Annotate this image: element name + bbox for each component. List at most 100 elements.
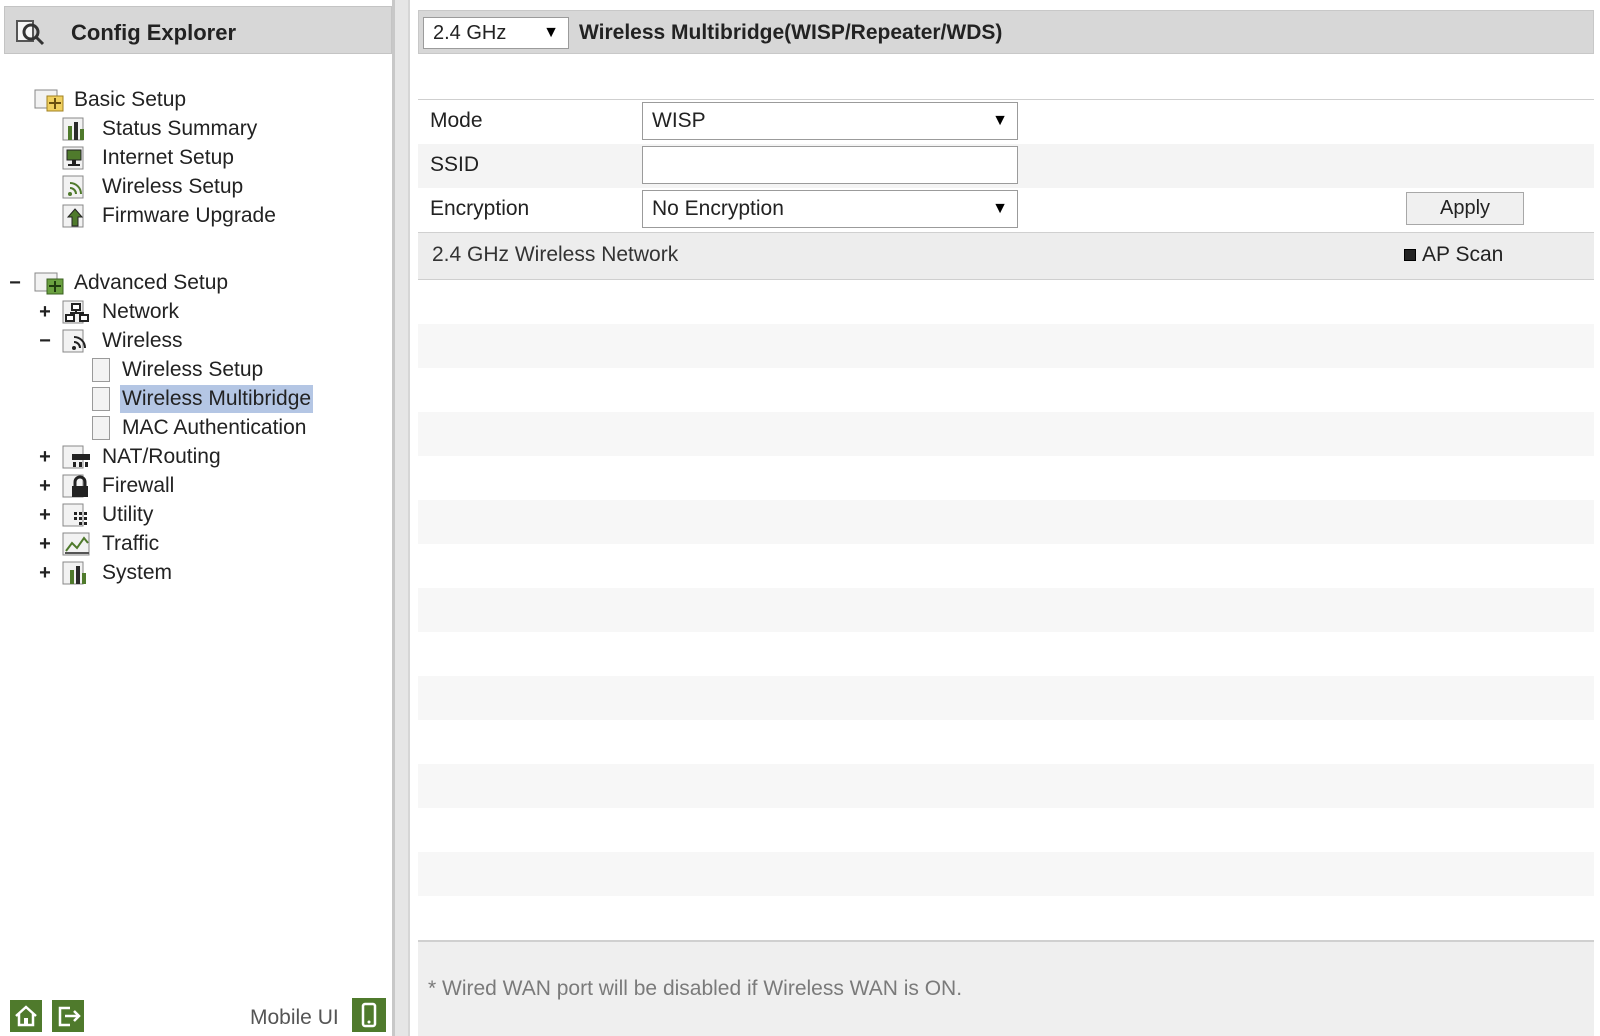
tree-item-network[interactable]: Network [62, 298, 181, 326]
encryption-label: Encryption [430, 197, 530, 220]
bar-chart-icon [62, 561, 86, 585]
explorer-search-icon [16, 20, 45, 46]
encryption-row: Encryption No Encryption ▼ Apply [418, 188, 1594, 232]
wireless-network-header: 2.4 GHz Wireless Network AP Scan [418, 232, 1594, 280]
folder-setup-icon [34, 89, 64, 112]
ssid-input[interactable] [642, 146, 1018, 184]
expand-nat-routing[interactable]: + [38, 443, 52, 471]
home-button[interactable] [10, 1000, 42, 1032]
band-select-value: 2.4 GHz [433, 22, 507, 44]
tree-item-utility[interactable]: Utility [62, 501, 155, 529]
ap-scan-label: AP Scan [1422, 243, 1504, 266]
collapse-advanced-setup[interactable]: − [8, 269, 22, 297]
tree-item-system[interactable]: System [62, 559, 174, 587]
list-row [418, 280, 1594, 324]
tree-label: Wireless Setup [122, 358, 264, 381]
tree-label: Internet Setup [102, 146, 234, 169]
tree-label: MAC Authentication [122, 416, 307, 439]
apply-button[interactable]: Apply [1406, 192, 1524, 225]
dropdown-arrow-icon: ▼ [992, 200, 1008, 217]
expand-network[interactable]: + [38, 298, 52, 326]
tree-item-traffic[interactable]: Traffic [62, 530, 161, 558]
expand-firewall[interactable]: + [38, 472, 52, 500]
tree-item-mac-authentication[interactable]: MAC Authentication [92, 414, 308, 442]
tree-item-advanced-setup[interactable]: Advanced Setup [34, 269, 230, 297]
wifi-icon [62, 329, 86, 353]
logout-icon [58, 1006, 81, 1027]
wireless-network-list [418, 280, 1594, 940]
tree-label: Advanced Setup [74, 271, 229, 294]
tree-label: Traffic [102, 532, 160, 555]
tree-item-wireless-multibridge[interactable]: Wireless Multibridge [92, 385, 314, 413]
list-row [418, 676, 1594, 720]
mobile-phone-icon [361, 1002, 377, 1028]
tree-item-firmware-upgrade[interactable]: Firmware Upgrade [62, 202, 278, 230]
tree-item-firewall[interactable]: Firewall [62, 472, 176, 500]
bar-chart-icon [62, 117, 84, 141]
tree-label: NAT/Routing [102, 445, 221, 468]
list-row [418, 632, 1594, 676]
dropdown-arrow-icon: ▼ [543, 24, 559, 41]
mobile-ui-label[interactable]: Mobile UI [250, 1006, 339, 1030]
list-row [418, 588, 1594, 632]
tree-item-wireless-setup-basic[interactable]: Wireless Setup [62, 173, 245, 201]
tree-label: Firewall [102, 474, 175, 497]
tree-label: Status Summary [102, 117, 258, 140]
wifi-icon [62, 175, 84, 199]
explorer-title: Config Explorer [71, 20, 237, 45]
config-explorer-pane: Config Explorer Basic Setup Status Summa… [0, 0, 392, 1036]
tree-item-internet-setup[interactable]: Internet Setup [62, 144, 236, 172]
list-row [418, 544, 1594, 588]
tree-item-nat-routing[interactable]: NAT/Routing [62, 443, 223, 471]
page-title: Wireless Multibridge(WISP/Repeater/WDS) [579, 21, 1003, 44]
wireless-network-title: 2.4 GHz Wireless Network [432, 243, 679, 266]
utility-grid-icon [62, 503, 87, 527]
mobile-ui-button[interactable] [352, 998, 386, 1032]
tree-label: Wireless Setup [102, 175, 244, 198]
upgrade-arrow-icon [62, 204, 84, 228]
list-row [418, 324, 1594, 368]
encryption-select-value: No Encryption [652, 197, 784, 220]
page-icon [92, 416, 110, 440]
expand-utility[interactable]: + [38, 501, 52, 529]
lock-icon [62, 474, 88, 498]
tree-item-status-summary[interactable]: Status Summary [62, 115, 259, 143]
list-row [418, 852, 1594, 896]
band-select[interactable]: 2.4 GHz ▼ [423, 17, 569, 49]
ap-scan-icon [1404, 249, 1416, 261]
mode-select[interactable]: WISP ▼ [642, 102, 1018, 140]
ssid-label: SSID [430, 153, 480, 176]
ap-scan-link[interactable]: AP Scan [1404, 243, 1503, 267]
tree-label: Basic Setup [74, 88, 187, 111]
expand-system[interactable]: + [38, 559, 52, 587]
spacer-row [418, 55, 1594, 100]
tree-item-wireless[interactable]: Wireless [62, 327, 185, 355]
tree-label: Firmware Upgrade [102, 204, 276, 227]
mode-label: Mode [430, 109, 483, 132]
footer-note-panel: * Wired WAN port will be disabled if Wir… [418, 940, 1594, 1036]
monitor-icon [62, 146, 84, 170]
tree-label: Wireless [102, 329, 183, 352]
network-icon [62, 300, 89, 324]
tree-item-wireless-setup-adv[interactable]: Wireless Setup [92, 356, 265, 384]
list-row [418, 720, 1594, 764]
explorer-header: Config Explorer [4, 6, 392, 54]
list-row [418, 764, 1594, 808]
encryption-select[interactable]: No Encryption ▼ [642, 190, 1018, 228]
list-row [418, 368, 1594, 412]
content-pane: 2.4 GHz ▼ Wireless Multibridge(WISP/Repe… [416, 0, 1600, 1036]
tree-label: System [102, 561, 173, 584]
list-row [418, 500, 1594, 544]
ssid-row: SSID [418, 144, 1594, 188]
content-header: 2.4 GHz ▼ Wireless Multibridge(WISP/Repe… [418, 10, 1594, 54]
dropdown-arrow-icon: ▼ [992, 112, 1008, 129]
list-row [418, 412, 1594, 456]
collapse-wireless[interactable]: − [38, 327, 52, 355]
expand-traffic[interactable]: + [38, 530, 52, 558]
router-icon [62, 445, 90, 469]
pane-splitter[interactable] [392, 0, 410, 1036]
list-row [418, 808, 1594, 852]
tree-item-basic-setup[interactable]: Basic Setup [34, 86, 188, 114]
logout-button[interactable] [52, 1000, 84, 1032]
page-icon [92, 387, 110, 411]
